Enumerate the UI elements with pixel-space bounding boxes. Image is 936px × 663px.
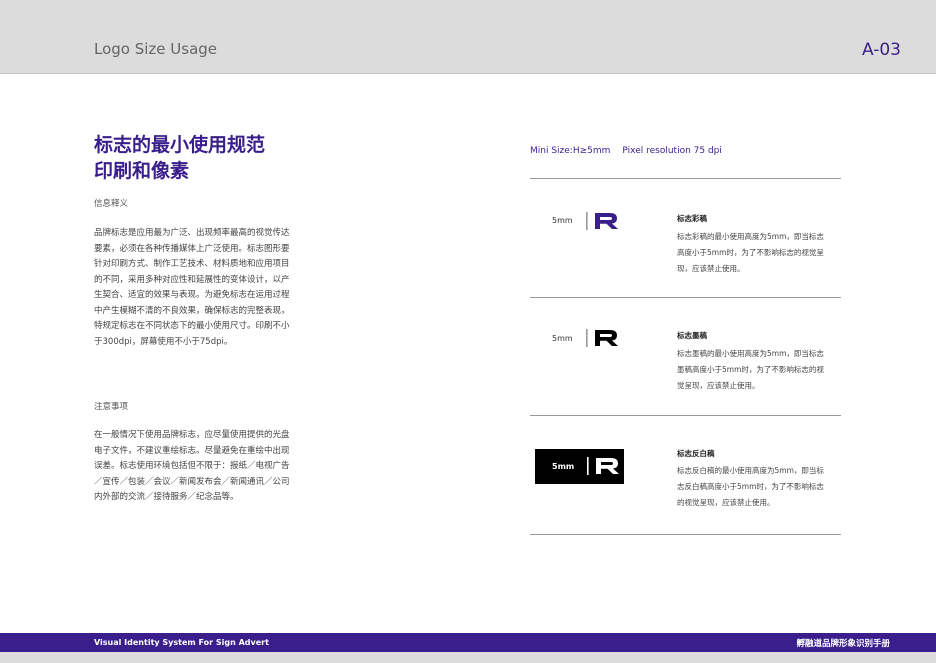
page-title: Logo Size Usage <box>94 40 218 58</box>
size-label-black: 5mm <box>552 334 573 343</box>
divider <box>530 534 841 535</box>
divider <box>530 178 841 179</box>
item-title-color: 标志彩稿 <box>677 214 707 223</box>
min-size-spec: Mini Size:H≥5mm <box>530 146 611 156</box>
brand-logo-white-icon <box>587 457 621 475</box>
brand-logo-color-icon <box>586 212 620 230</box>
page-code: A-03 <box>861 40 901 60</box>
footer-bar: Visual Identity System For Sign Advert 孵… <box>0 633 936 652</box>
footer-right-text: 孵融道品牌形象识别手册 <box>796 639 890 649</box>
size-label-color: 5mm <box>552 216 573 225</box>
size-label-reversed: 5mm <box>552 462 575 471</box>
item-desc-reversed: 标志反白稿的最小使用高度为5mm，即当标志反白稿高度小于5mm时，为了不影响标志… <box>677 466 824 507</box>
notes-paragraph: 在一般情况下使用品牌标志，应尽量使用提供的光盘电子文件，不建议重绘标志。尽量避免… <box>94 430 290 502</box>
item-desc-black: 标志墨稿的最小使用高度为5mm，即当标志墨稿高度小于5mm时，为了不影响标志的视… <box>677 349 824 390</box>
heading-line-1: 标志的最小使用规范 <box>94 134 266 156</box>
brand-logo-black-icon <box>586 329 620 347</box>
heading-line-2: 印刷和像素 <box>94 160 190 182</box>
item-title-reversed: 标志反白稿 <box>677 449 715 458</box>
info-paragraph: 品牌标志是应用最为广泛、出现频率最高的视觉传达要素，必须在各种传播媒体上广泛使用… <box>94 228 290 347</box>
notes-label: 注意事项 <box>94 402 129 412</box>
pixel-resolution-spec: Pixel resolution 75 dpi <box>622 146 722 156</box>
item-title-black: 标志墨稿 <box>677 331 707 340</box>
section-heading: 标志的最小使用规范 印刷和像素 <box>94 132 334 184</box>
footer-left-text: Visual Identity System For Sign Advert <box>94 638 269 647</box>
footer-strip <box>0 652 936 663</box>
reversed-logo-panel: 5mm <box>535 449 624 484</box>
divider <box>530 297 841 298</box>
item-desc-color: 标志彩稿的最小使用高度为5mm，即当标志高度小于5mm时，为了不影响标志的视觉呈… <box>677 232 824 273</box>
info-label: 信息释义 <box>94 199 129 209</box>
header-bar: Logo Size Usage A-03 <box>0 0 936 74</box>
size-spec: Mini Size:H≥5mm Pixel resolution 75 dpi <box>530 146 722 156</box>
divider <box>530 415 841 416</box>
